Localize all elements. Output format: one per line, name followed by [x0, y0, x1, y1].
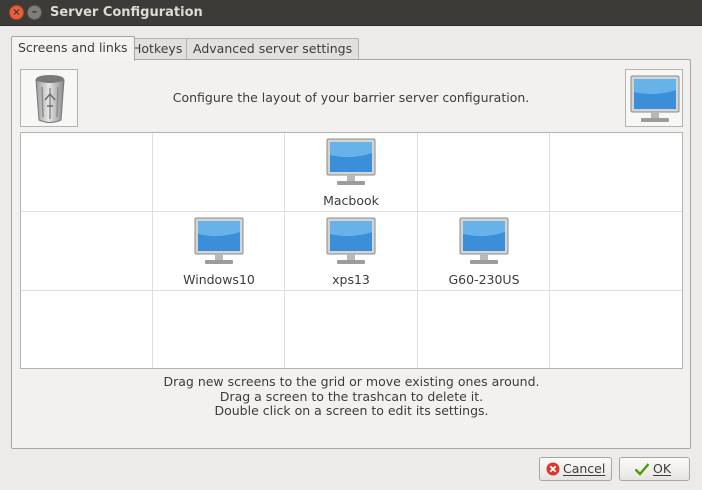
new-screen-source[interactable]: [625, 69, 683, 127]
help-line: Drag new screens to the grid or move exi…: [163, 374, 540, 389]
cancel-button[interactable]: Cancel: [539, 457, 612, 481]
cancel-icon: [546, 462, 560, 476]
help-text: Drag new screens to the grid or move exi…: [20, 374, 683, 419]
monitor-icon: [326, 138, 376, 185]
help-line: Double click on a screen to edit its set…: [214, 403, 489, 418]
help-line: Drag a screen to the trashcan to delete …: [219, 388, 484, 404]
monitor-icon: [326, 217, 376, 264]
minimize-window-button[interactable]: –: [27, 5, 42, 20]
screens-and-links-panel: Configure the layout of your barrier ser…: [11, 59, 691, 449]
tab-screens-and-links[interactable]: Screens and links: [11, 36, 135, 61]
screen-g60-230us[interactable]: G60-230US: [418, 212, 550, 290]
monitor-icon: [630, 75, 680, 122]
screen-name: Windows10: [183, 272, 255, 287]
close-window-button[interactable]: ×: [9, 5, 24, 20]
title-bar: × – Server Configuration: [0, 0, 702, 26]
close-icon: ×: [12, 7, 21, 18]
monitor-icon: [194, 217, 244, 264]
trashcan[interactable]: [20, 69, 78, 127]
ok-label: OK: [653, 461, 672, 476]
cancel-label: Cancel: [563, 461, 606, 476]
minimize-icon: –: [31, 5, 38, 18]
layout-description: Configure the layout of your barrier ser…: [172, 90, 530, 105]
tab-hotkeys[interactable]: Hotkeys: [125, 38, 190, 60]
screen-windows10[interactable]: Windows10: [153, 212, 285, 290]
window-title: Server Configuration: [50, 5, 203, 20]
checkmark-icon: [634, 463, 650, 476]
screen-macbook[interactable]: Macbook: [285, 133, 417, 211]
ok-button[interactable]: OK: [619, 457, 690, 481]
screen-name: G60-230US: [448, 272, 520, 287]
trash-icon: [35, 75, 65, 123]
screen-xps13[interactable]: xps13: [285, 212, 417, 290]
tab-advanced-server-settings[interactable]: Advanced server settings: [186, 38, 360, 60]
screen-name: xps13: [332, 272, 370, 287]
screen-name: Macbook: [323, 193, 379, 208]
screen-grid[interactable]: Macbook Windows10 xps13 G60-230US: [20, 132, 683, 369]
monitor-icon: [459, 217, 509, 264]
